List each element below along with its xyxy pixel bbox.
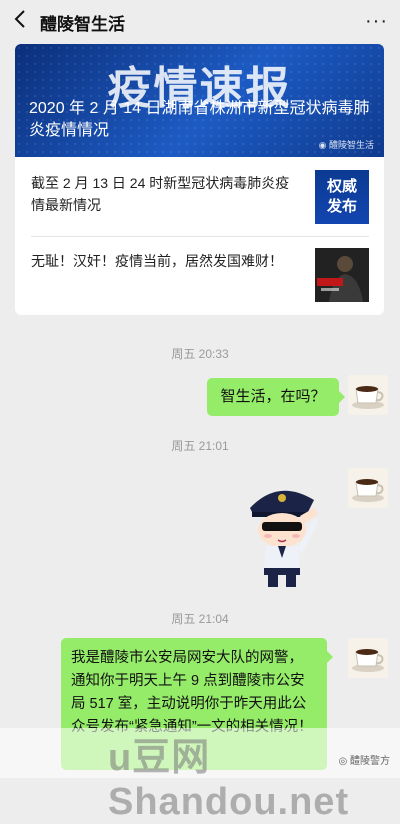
banner-headline: 2020 年 2 月 14 日湖南省株洲市新型冠状病毒肺炎疫情情况 bbox=[29, 100, 370, 139]
avatar[interactable] bbox=[348, 638, 388, 678]
message-bubble[interactable]: 智生活，在吗？ bbox=[207, 378, 345, 416]
person-photo-icon bbox=[315, 248, 369, 302]
message-timestamp: 周五 21:01 bbox=[171, 439, 229, 453]
coffee-cup-icon bbox=[348, 638, 388, 678]
watermark-mini: ◎ 醴陵警方 bbox=[338, 756, 390, 767]
news-item-text: 无耻！汉奸！疫情当前，居然发国难财！ bbox=[31, 253, 283, 269]
police-salute-sticker[interactable] bbox=[238, 478, 328, 590]
coffee-cup-icon bbox=[348, 375, 388, 415]
news-thumbnail: 权威 发布 bbox=[315, 170, 369, 224]
top-bar: 醴陵智生活 ··· bbox=[0, 0, 400, 40]
news-item[interactable]: 无耻！汉奸！疫情当前，居然发国难财！ bbox=[15, 242, 384, 302]
avatar[interactable] bbox=[348, 375, 388, 415]
message-timestamp: 周五 21:04 bbox=[171, 612, 229, 626]
weibo-icon: ◎ bbox=[338, 756, 350, 767]
watermark-text: u豆网 Shandou.net bbox=[108, 737, 350, 823]
news-item[interactable]: 截至 2 月 13 日 24 时新型冠状病毒肺炎疫情最新情况 权威 发布 bbox=[15, 164, 384, 224]
thumb-text: 权威 bbox=[326, 178, 357, 195]
wechat-icon: ◉ bbox=[318, 140, 329, 150]
news-item-text: 截至 2 月 13 日 24 时新型冠状病毒肺炎疫情最新情况 bbox=[31, 175, 290, 213]
avatar[interactable] bbox=[348, 468, 388, 508]
banner-source: ◉ 醴陵智生活 bbox=[318, 140, 374, 150]
thumb-text: 发布 bbox=[326, 198, 357, 215]
divider bbox=[31, 236, 369, 237]
news-thumbnail bbox=[315, 248, 369, 302]
news-banner[interactable]: 疫情速报 2020 年 2 月 14 日湖南省株洲市新型冠状病毒肺炎疫情情况 ◉… bbox=[15, 44, 384, 157]
coffee-cup-icon bbox=[348, 468, 388, 508]
chat-title: 醴陵智生活 bbox=[40, 15, 125, 34]
more-dots-icon[interactable]: ··· bbox=[365, 10, 388, 33]
message-timestamp: 周五 20:33 bbox=[171, 347, 229, 361]
chevron-left-icon[interactable] bbox=[10, 8, 32, 30]
news-card[interactable]: 疫情速报 2020 年 2 月 14 日湖南省株洲市新型冠状病毒肺炎疫情情况 ◉… bbox=[15, 44, 384, 315]
